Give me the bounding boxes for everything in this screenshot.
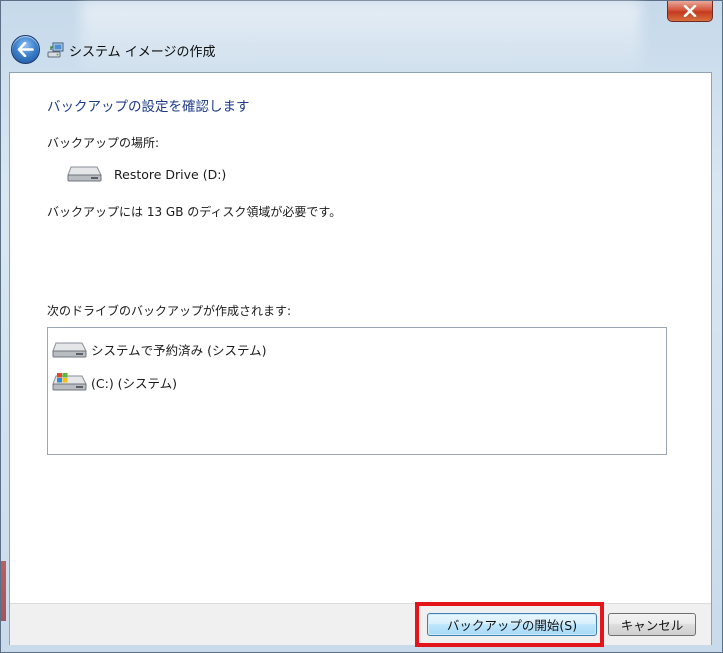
title-bar: システム イメージの作成 [9, 35, 709, 65]
backup-location-drive: Restore Drive (D:) [67, 165, 226, 183]
close-icon [683, 5, 697, 17]
cancel-button[interactable]: キャンセル [608, 613, 696, 636]
wizard-content: バックアップの設定を確認します バックアップの場所: Restore Drive… [9, 72, 712, 645]
list-item: システムで予約済み (システム) [52, 340, 266, 359]
button-bar: バックアップの開始(S) キャンセル [10, 603, 711, 645]
close-button[interactable] [667, 1, 713, 22]
back-arrow-icon [17, 42, 34, 57]
window-frame: システム イメージの作成 バックアップの設定を確認します バックアップの場所: … [0, 0, 723, 653]
drive-label: (C:) (システム) [91, 375, 178, 391]
drives-list-label: 次のドライブのバックアップが作成されます: [47, 304, 292, 318]
backup-icon [47, 42, 64, 58]
start-backup-button[interactable]: バックアップの開始(S) [427, 613, 597, 636]
drive-label: システムで予約済み (システム) [91, 343, 267, 358]
hard-drive-icon [52, 342, 87, 357]
page-heading: バックアップの設定を確認します [47, 99, 250, 115]
back-button[interactable] [11, 35, 40, 64]
hard-drive-icon [67, 166, 102, 182]
list-item: (C:) (システム) [52, 372, 177, 392]
backup-drive-name: Restore Drive (D:) [114, 166, 227, 182]
drives-listbox[interactable]: システムで予約済み (システム) (C:) (システム) [47, 327, 667, 455]
space-required-text: バックアップには 13 GB のディスク領域が必要です。 [47, 205, 342, 219]
backup-location-label: バックアップの場所: [47, 136, 160, 150]
background-edge [1, 561, 6, 621]
windows-drive-icon [52, 373, 87, 391]
window-title: システム イメージの作成 [69, 45, 216, 60]
